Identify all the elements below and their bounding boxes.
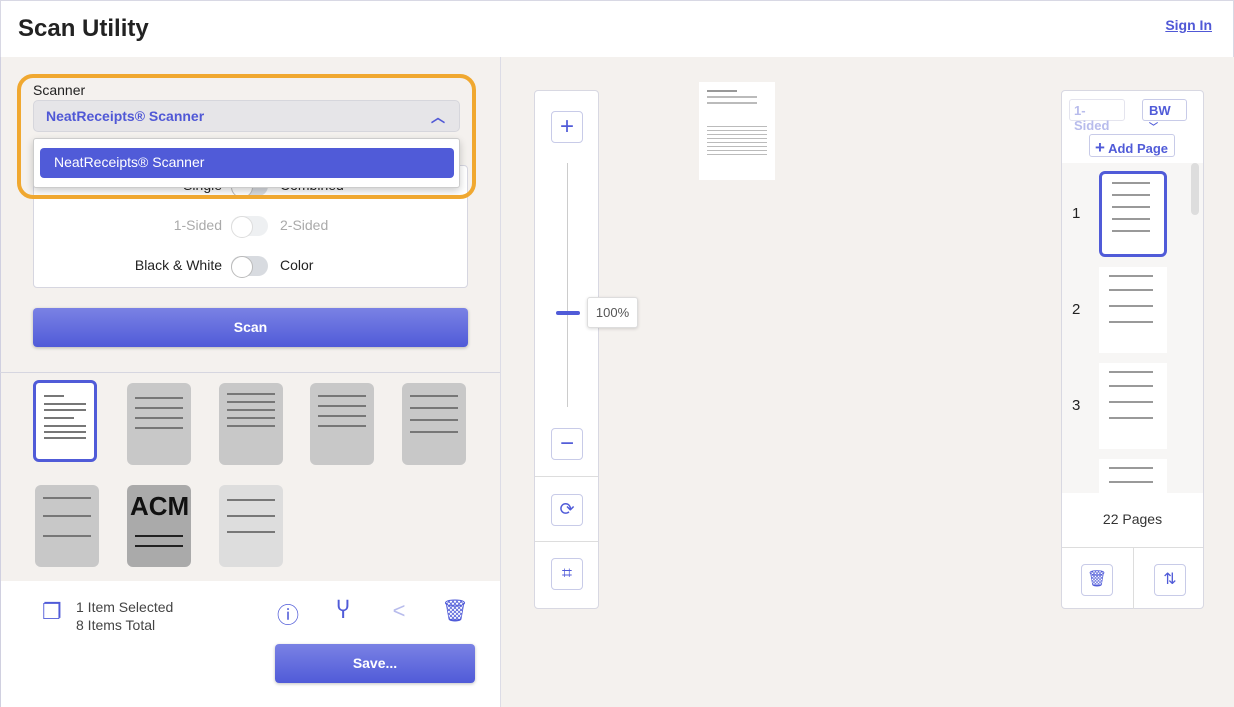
thumbnail[interactable]	[127, 383, 191, 465]
one-sided-label: 1-Sided	[173, 217, 222, 233]
color-toggle[interactable]	[231, 256, 268, 278]
color-toggle-row: Black & White Color	[34, 254, 467, 278]
page-number: 3	[1072, 397, 1081, 414]
page-thumbnail[interactable]	[1099, 459, 1167, 493]
thumbnail[interactable]	[33, 380, 97, 462]
sides-toggle-row: 1-Sided 2-Sided	[34, 214, 467, 238]
sides-toggle[interactable]	[231, 216, 268, 238]
status-text: 1 Item Selected 8 Items Total	[76, 598, 173, 634]
multi-select-check-icon: ❐	[42, 599, 62, 624]
zoom-slider-track[interactable]	[567, 163, 568, 407]
rotate-icon[interactable]: ⟳	[551, 494, 583, 526]
merge-icon[interactable]: <	[386, 598, 412, 624]
thumbnail[interactable]	[402, 383, 466, 465]
scan-button[interactable]: Scan	[33, 308, 468, 347]
page-thumbnail[interactable]	[1099, 363, 1167, 449]
page-count: 22 Pages	[1102, 511, 1163, 527]
highlight-box	[17, 74, 476, 199]
zoom-toolbar: + − ⟳ ⌗	[534, 90, 599, 609]
plus-icon: +	[1095, 138, 1105, 157]
zoom-out-button[interactable]: −	[551, 428, 583, 460]
divider	[535, 541, 598, 542]
total-count: 8 Items Total	[76, 617, 156, 633]
zoom-slider-handle[interactable]	[556, 311, 580, 315]
reorder-pages-icon[interactable]: ⇅	[1154, 564, 1186, 596]
divider	[535, 476, 598, 477]
page-number: 2	[1072, 301, 1081, 318]
selected-count: 1 Item Selected	[76, 599, 174, 615]
sides-select[interactable]: 1-Sided	[1069, 99, 1125, 133]
split-icon[interactable]: Ⴤ	[330, 598, 356, 624]
crop-icon[interactable]: ⌗	[551, 558, 583, 590]
thumbnail[interactable]	[219, 383, 283, 465]
divider	[1133, 547, 1134, 609]
add-page-label: Add Page	[1108, 141, 1169, 156]
page-thumbnail[interactable]	[1099, 267, 1167, 353]
scrollbar[interactable]	[1191, 163, 1199, 215]
color-select-value: BW	[1149, 103, 1171, 118]
sign-in-link[interactable]: Sign In	[1165, 17, 1212, 33]
header: Scan Utility Sign In	[0, 0, 1234, 57]
save-button[interactable]: Save...	[275, 644, 475, 683]
delete-page-icon[interactable]: 🗑	[1081, 564, 1113, 596]
app-title: Scan Utility	[18, 15, 149, 42]
page-thumbnail[interactable]	[1099, 171, 1167, 257]
page-list: 1 2 3	[1062, 163, 1203, 493]
two-sided-label: 2-Sided	[280, 217, 329, 233]
page-preview	[699, 82, 775, 180]
trash-icon[interactable]: 🗑	[441, 598, 469, 624]
pages-panel: 1-Sided BW ﹀ + Add Page 1 2 3 22 Pages 🗑…	[1061, 90, 1204, 609]
zoom-level: 100%	[587, 297, 638, 328]
thumbnail[interactable]	[35, 485, 99, 567]
thumbnail[interactable]	[219, 485, 283, 567]
color-label: Color	[280, 257, 314, 273]
thumbnail[interactable]	[310, 383, 374, 465]
add-page-button[interactable]: + Add Page	[1089, 134, 1175, 157]
info-icon[interactable]: ⓘ	[275, 598, 301, 630]
bw-label: Black & White	[134, 257, 222, 273]
chevron-down-icon: ﹀	[1149, 122, 1159, 132]
color-select[interactable]: BW ﹀	[1142, 99, 1187, 132]
page-number: 1	[1072, 205, 1081, 222]
divider	[0, 372, 500, 373]
zoom-in-button[interactable]: +	[551, 111, 583, 143]
thumbnail[interactable]: ACME	[127, 485, 191, 567]
